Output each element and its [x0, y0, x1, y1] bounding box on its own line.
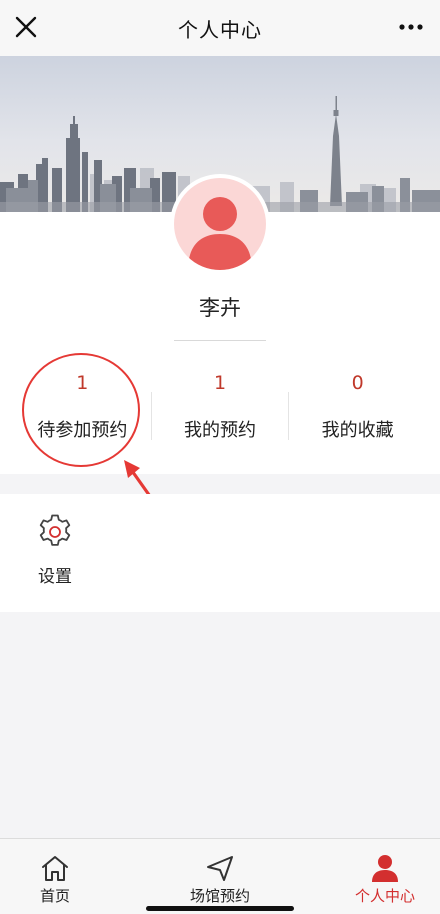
close-icon[interactable] [12, 13, 40, 41]
annotation-circle [22, 353, 140, 467]
home-indicator [146, 906, 294, 911]
stat-value: 1 [213, 372, 227, 394]
username: 李卉 [199, 296, 241, 320]
more-icon[interactable] [398, 16, 424, 38]
settings-card: 设置 [0, 494, 440, 612]
page-title: 个人中心 [178, 17, 262, 42]
stat-my-favorites[interactable]: 0 我的收藏 [289, 364, 426, 454]
stat-value: 0 [351, 372, 364, 394]
avatar[interactable] [170, 174, 270, 274]
tab-venue-booking[interactable]: 场馆预约 [165, 845, 275, 907]
tab-home[interactable]: 首页 [0, 845, 110, 907]
tab-label: 场馆预约 [189, 887, 250, 905]
tab-profile[interactable]: 个人中心 [330, 845, 440, 907]
tab-label: 个人中心 [354, 887, 415, 905]
divider [174, 340, 266, 341]
tab-label: 首页 [39, 887, 70, 905]
bottom-tab-bar: 首页 场馆预约 个人中心 [0, 838, 440, 914]
stat-label: 我的预约 [184, 420, 256, 441]
stat-label: 我的收藏 [321, 420, 394, 441]
navigation-icon [207, 856, 233, 881]
settings-label: 设置 [38, 567, 72, 587]
user-icon [174, 178, 266, 270]
gear-icon [39, 514, 71, 546]
home-icon [42, 856, 68, 881]
stat-my-appointments[interactable]: 1 我的预约 [152, 364, 289, 454]
settings-button[interactable]: 设置 [24, 512, 86, 598]
person-icon [372, 855, 398, 882]
top-nav-bar: 个人中心 [0, 0, 440, 56]
